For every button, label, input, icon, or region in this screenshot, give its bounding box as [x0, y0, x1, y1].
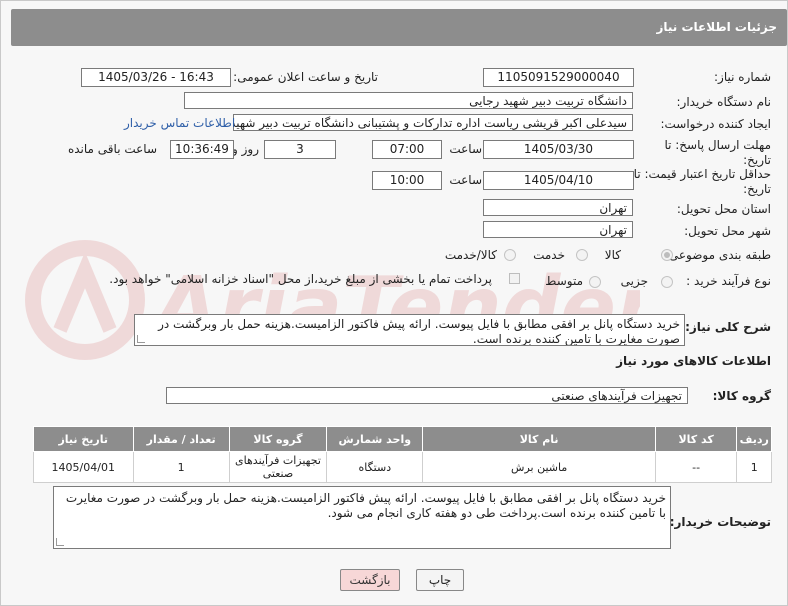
days-field: 3	[264, 140, 336, 159]
cell-code: --	[654, 451, 738, 483]
cell-group: تجهیزات فرآیندهای صنعتی	[228, 451, 328, 483]
col-unit: واحد شمارش	[326, 426, 424, 452]
purchase-radio-medium[interactable]	[589, 276, 601, 288]
cell-quantity: 1	[132, 451, 230, 483]
purchase-option-minor: جزیی	[620, 274, 648, 288]
announce-label: تاریخ و ساعت اعلان عمومی:	[233, 70, 378, 84]
remaining-label: ساعت باقی مانده	[67, 142, 157, 156]
buyer-notes-label: توضیحات خریدار:	[669, 515, 771, 529]
page-title: جزئیات اطلاعات نیاز	[656, 20, 777, 34]
cell-unit: دستگاه	[326, 451, 424, 483]
table-row: 1 -- ماشین برش دستگاه تجهیزات فرآیندهای …	[33, 451, 772, 483]
category-option-goods: کالا	[604, 248, 621, 262]
goods-group-field: تجهیزات فرآیندهای صنعتی	[166, 387, 688, 404]
category-option-goods-service: کالا/خدمت	[444, 248, 497, 262]
buyer-contact-link[interactable]: اطلاعات تماس خریدار	[124, 116, 235, 130]
province-label: استان محل تحویل:	[676, 202, 771, 216]
province-field: تهران	[483, 199, 633, 216]
validity-time-label: ساعت	[449, 173, 482, 187]
treasury-payment-checkbox[interactable]	[509, 273, 520, 284]
col-group: گروه کالا	[228, 426, 328, 452]
buyer-notes-textarea[interactable]: خرید دستگاه پانل بر افقی مطابق با فایل پ…	[53, 486, 671, 549]
col-need-date: تاریخ نیاز	[33, 426, 134, 452]
announce-date-field: 1405/03/26 - 16:43	[81, 68, 231, 87]
goods-group-label: گروه کالا:	[712, 389, 771, 403]
deadline-time-field: 07:00	[372, 140, 442, 159]
page-header: جزئیات اطلاعات نیاز	[11, 9, 787, 46]
print-button[interactable]: چاپ	[416, 569, 464, 591]
cell-need-date: 1405/04/01	[33, 451, 134, 483]
resize-grip-icon[interactable]	[137, 335, 145, 343]
city-field: تهران	[483, 221, 633, 238]
days-label: روز و	[232, 142, 259, 156]
category-option-service: خدمت	[533, 248, 565, 262]
description-label: شرح کلی نیاز:	[685, 320, 771, 334]
col-name: نام کالا	[422, 426, 656, 452]
col-row: ردیف	[736, 426, 772, 452]
description-text: خرید دستگاه پانل بر افقی مطابق با فایل پ…	[158, 317, 680, 346]
purchase-option-medium: متوسط	[545, 274, 583, 288]
buyer-org-field: دانشگاه تربیت دبیر شهید رجایی	[184, 92, 633, 109]
deadline-time-label: ساعت	[449, 142, 482, 156]
goods-table: ردیف کد کالا نام کالا واحد شمارش گروه کا…	[33, 426, 772, 483]
col-quantity: تعداد / مقدار	[132, 426, 230, 452]
col-code: کد کالا	[654, 426, 738, 452]
category-radio-service[interactable]	[576, 249, 588, 261]
deadline-label: مهلت ارسال پاسخ: تا تاریخ:	[664, 138, 771, 167]
purchase-radio-minor[interactable]	[661, 276, 673, 288]
deadline-date-field: 1405/03/30	[483, 140, 634, 159]
category-label: طبقه بندی موضوعی:	[664, 248, 771, 262]
remaining-time-field: 10:36:49	[170, 140, 234, 159]
category-radio-goods-service[interactable]	[504, 249, 516, 261]
need-number-field: 1105091529000040	[483, 68, 634, 87]
buyer-notes-text: خرید دستگاه پانل بر افقی مطابق با فایل پ…	[65, 491, 666, 520]
cell-name: ماشین برش	[422, 451, 656, 483]
buyer-org-label: نام دستگاه خریدار:	[676, 95, 772, 109]
back-button[interactable]: بازگشت	[340, 569, 400, 591]
city-label: شهر محل تحویل:	[684, 224, 771, 238]
description-textarea[interactable]: خرید دستگاه پانل بر افقی مطابق با فایل پ…	[134, 314, 685, 346]
validity-time-field: 10:00	[372, 171, 442, 190]
purchase-type-label: نوع فرآیند خرید :	[686, 274, 771, 288]
creator-field: سیدعلی اکبر قریشی ریاست اداره تدارکات و …	[233, 114, 633, 131]
validity-label: حداقل تاریخ اعتبار قیمت: تا تاریخ:	[633, 167, 771, 196]
treasury-payment-note: پرداخت تمام یا بخشی از مبلغ خرید،از محل …	[109, 272, 492, 286]
creator-label: ایجاد کننده درخواست:	[660, 117, 771, 131]
goods-table-header: ردیف کد کالا نام کالا واحد شمارش گروه کا…	[33, 426, 772, 452]
goods-section-title: اطلاعات کالاهای مورد نیاز	[616, 354, 771, 368]
resize-grip-icon[interactable]	[56, 538, 64, 546]
cell-row: 1	[736, 451, 772, 483]
validity-date-field: 1405/04/10	[483, 171, 634, 190]
category-radio-goods[interactable]	[661, 249, 673, 261]
need-number-label: شماره نیاز:	[714, 70, 771, 84]
